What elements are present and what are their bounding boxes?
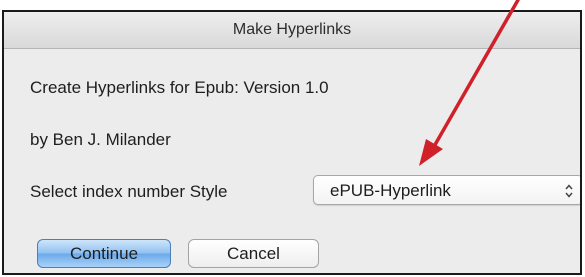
select-value: ePUB-Hyperlink [330,181,451,200]
dialog-window: Make Hyperlinks Create Hyperlinks for Ep… [2,10,582,275]
author-text: by Ben J. Milander [30,130,171,149]
cancel-button[interactable]: Cancel [188,239,319,268]
dialog-titlebar: Make Hyperlinks [4,12,580,49]
up-down-chevron-icon [565,184,573,198]
style-select-label: Select index number Style [30,182,228,201]
screenshot-stage: Make Hyperlinks Create Hyperlinks for Ep… [0,0,585,277]
index-style-select[interactable]: ePUB-Hyperlink [313,175,580,205]
dialog-title: Make Hyperlinks [232,21,352,38]
continue-button[interactable]: Continue [37,239,171,268]
version-text: Create Hyperlinks for Epub: Version 1.0 [30,78,329,97]
